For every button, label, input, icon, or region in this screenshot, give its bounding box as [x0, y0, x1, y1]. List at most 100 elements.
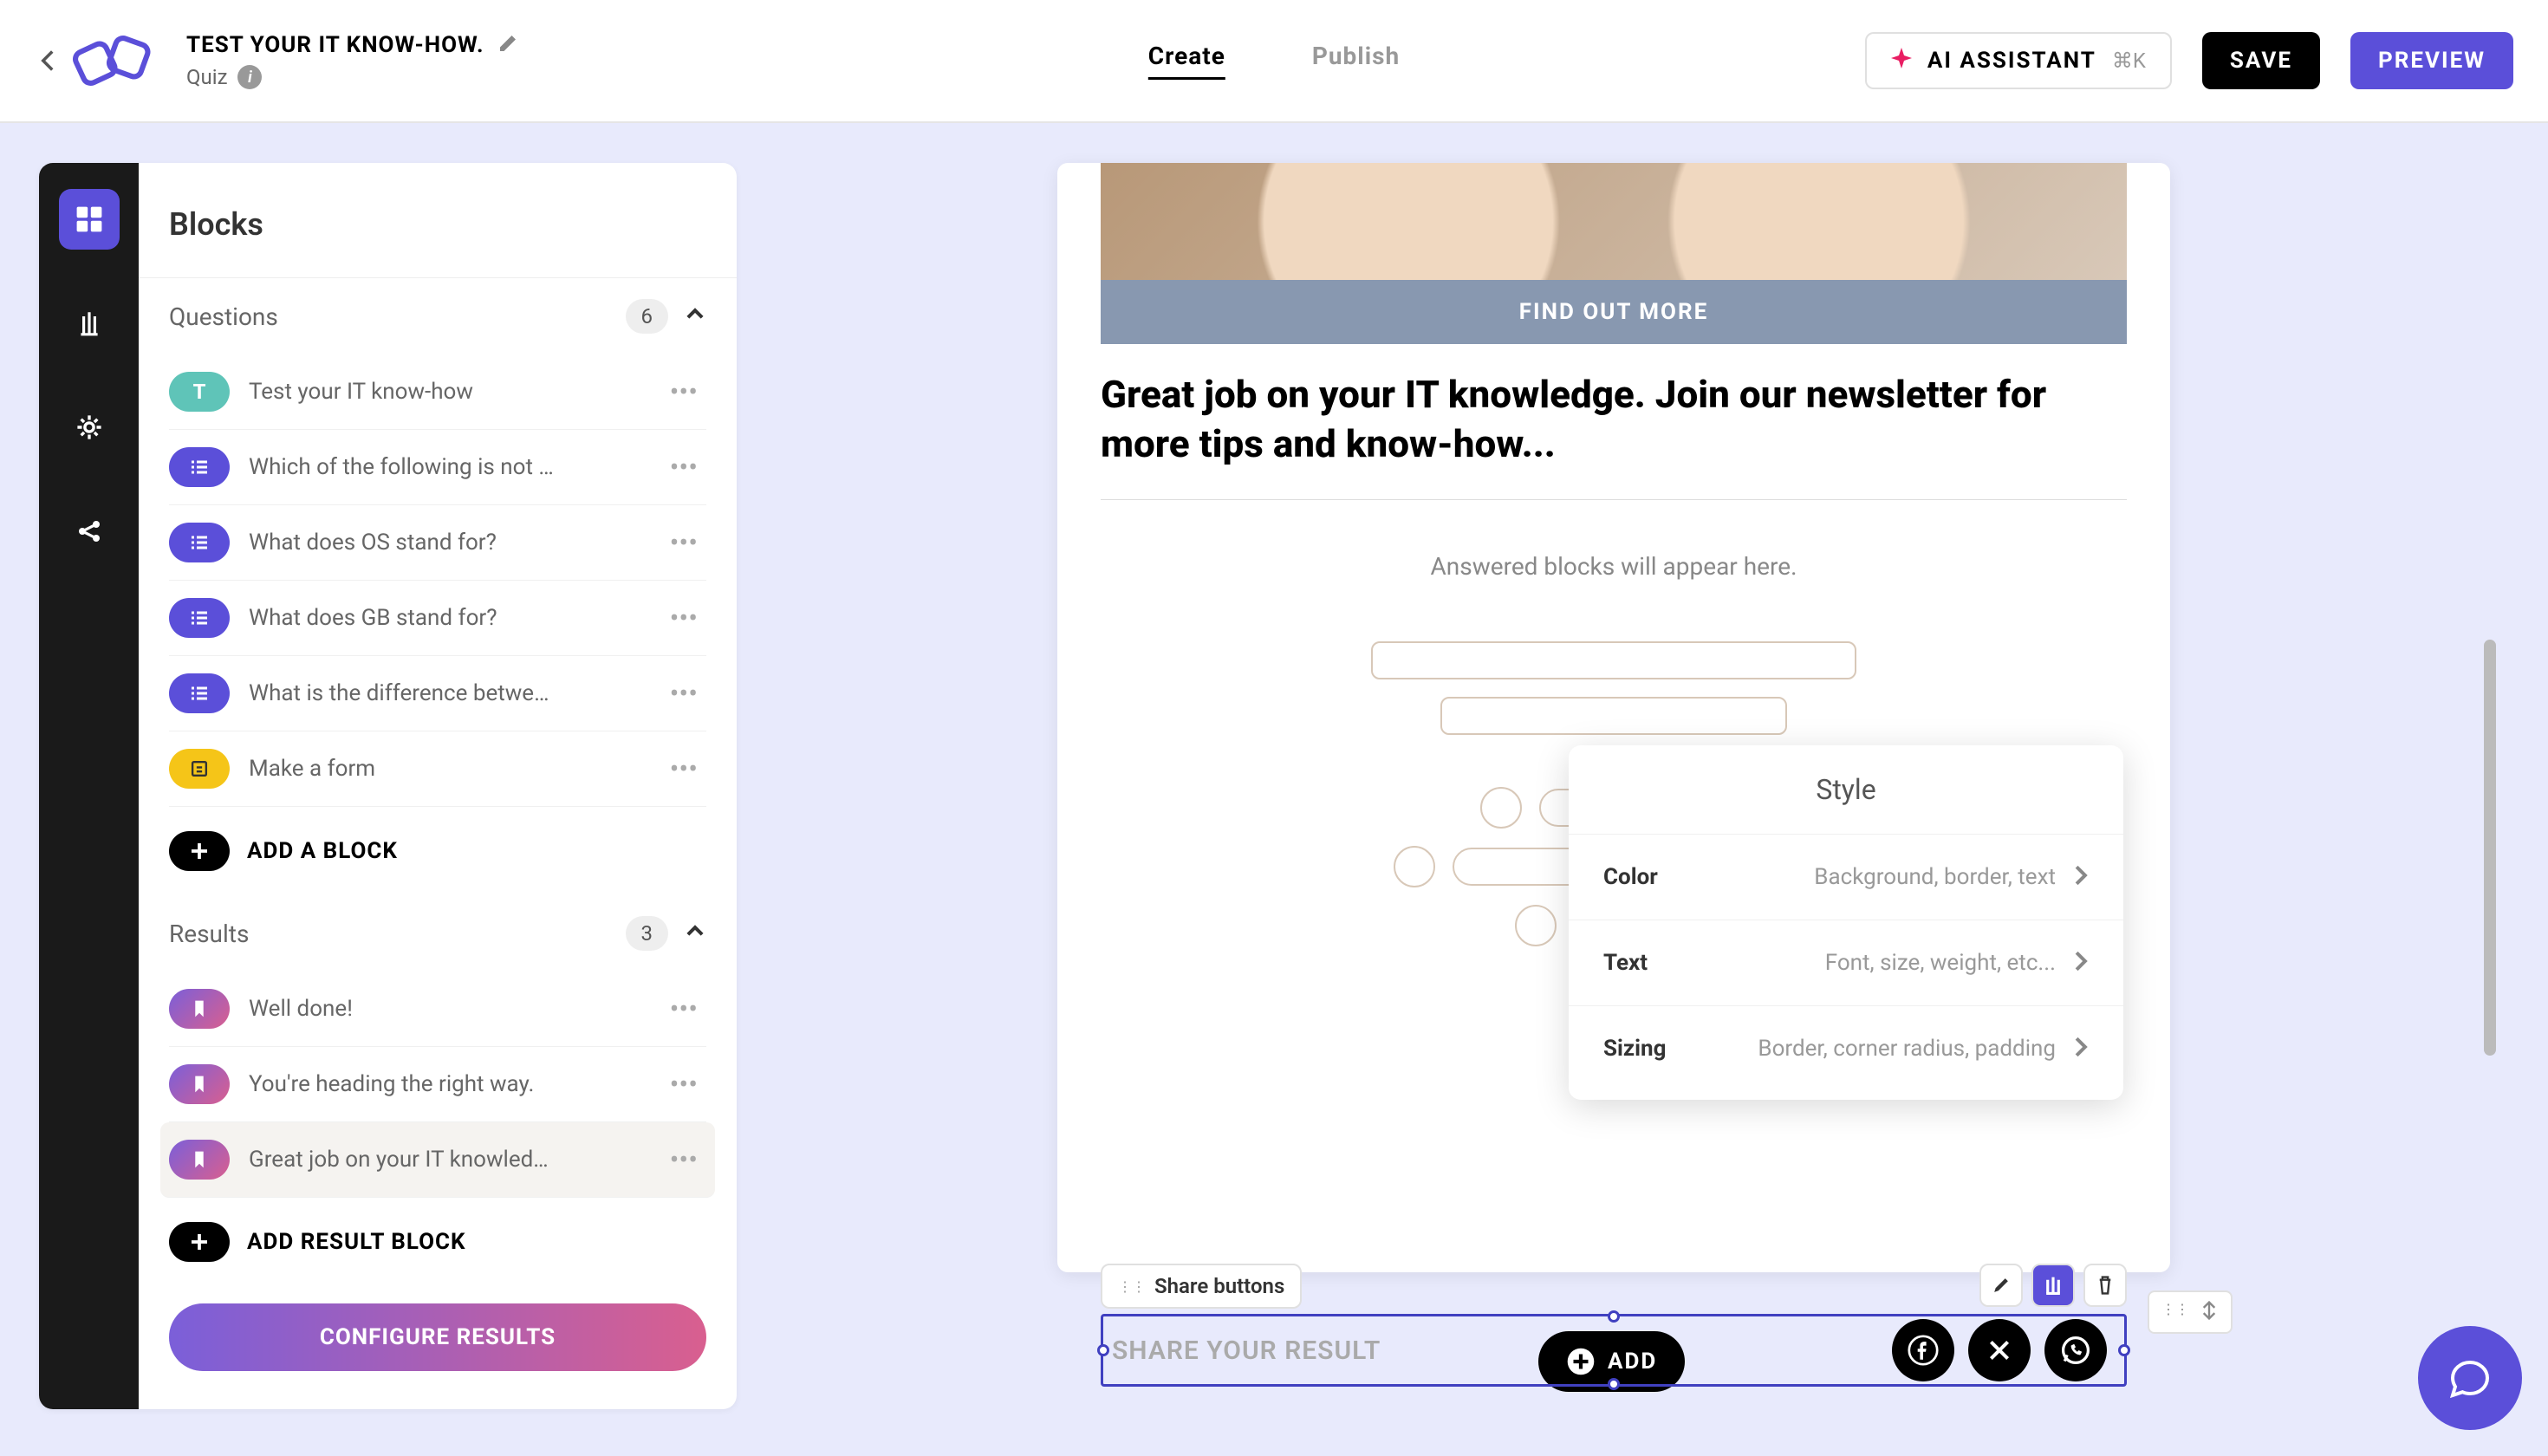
form-icon	[169, 749, 230, 789]
more-icon[interactable]: •••	[661, 752, 706, 785]
bookmark-icon	[169, 1140, 230, 1180]
style-button[interactable]	[2031, 1264, 2075, 1307]
drag-icon[interactable]: ⋮⋮	[2161, 1301, 2189, 1323]
question-item[interactable]: Which of the following is not … •••	[169, 430, 706, 505]
more-icon[interactable]: •••	[661, 992, 706, 1025]
question-label: What does GB stand for?	[249, 605, 661, 631]
style-popup-title: Style	[1569, 745, 2123, 834]
find-more-button[interactable]: FIND OUT MORE	[1101, 280, 2127, 344]
resize-handle[interactable]	[1608, 1378, 1620, 1390]
result-headline[interactable]: Great job on your IT knowledge. Join our…	[1101, 370, 2127, 469]
resize-icon[interactable]	[2200, 1301, 2219, 1323]
panel-title: Blocks	[139, 163, 737, 278]
element-label[interactable]: ⋮⋮ Share buttons	[1101, 1264, 1302, 1309]
list-icon	[169, 447, 230, 487]
chevron-down-icon[interactable]	[684, 303, 706, 329]
whatsapp-icon[interactable]	[2044, 1319, 2107, 1381]
list-icon	[169, 598, 230, 638]
save-button[interactable]: SAVE	[2202, 32, 2320, 89]
style-row-text[interactable]: Text Font, size, weight, etc...	[1569, 920, 2123, 1005]
skeleton	[1440, 697, 1787, 735]
share-text[interactable]: SHARE YOUR RESULT	[1112, 1336, 1381, 1366]
resize-handle[interactable]	[2118, 1344, 2130, 1356]
question-item[interactable]: What is the difference betwe… •••	[169, 656, 706, 731]
style-popup: Style Color Background, border, text Tex…	[1569, 745, 2123, 1100]
placeholder-text: Answered blocks will appear here.	[1431, 552, 1797, 581]
more-icon[interactable]: •••	[661, 1143, 706, 1176]
chevron-right-icon	[2073, 864, 2089, 890]
edit-button[interactable]	[1979, 1264, 2023, 1307]
bookmark-icon	[169, 989, 230, 1029]
plus-icon	[169, 831, 230, 871]
more-icon[interactable]: •••	[661, 451, 706, 484]
text-icon: T	[169, 372, 230, 412]
preview-button[interactable]: PREVIEW	[2350, 32, 2513, 89]
chevron-down-icon[interactable]	[684, 920, 706, 946]
sparkle-icon	[1891, 48, 1912, 74]
scrollbar[interactable]	[2484, 163, 2496, 1409]
tab-create[interactable]: Create	[1148, 42, 1225, 80]
question-label: Make a form	[249, 756, 661, 782]
add-question-button[interactable]: ADD A BLOCK	[139, 807, 737, 895]
list-icon	[169, 673, 230, 713]
section-results: Results	[169, 920, 249, 948]
x-twitter-icon[interactable]	[1968, 1319, 2031, 1381]
share-buttons-element[interactable]: SHARE YOUR RESULT	[1101, 1314, 2127, 1387]
question-item[interactable]: T Test your IT know-how •••	[169, 354, 706, 430]
resize-handle[interactable]	[1608, 1310, 1620, 1323]
tab-publish[interactable]: Publish	[1312, 42, 1400, 80]
results-count: 3	[626, 916, 669, 951]
result-item[interactable]: Well done! •••	[169, 972, 706, 1047]
question-item[interactable]: Make a form •••	[169, 731, 706, 807]
skeleton	[1480, 787, 1522, 829]
configure-results-button[interactable]: CONFIGURE RESULTS	[169, 1303, 706, 1371]
page-subtitle: Quiz	[186, 65, 227, 89]
section-questions: Questions	[169, 302, 278, 331]
back-button[interactable]	[35, 48, 61, 74]
question-label: Test your IT know-how	[249, 379, 661, 405]
list-icon	[169, 523, 230, 562]
grid-handles[interactable]: ⋮⋮	[2148, 1290, 2233, 1334]
resize-handle[interactable]	[1097, 1344, 1109, 1356]
rail-settings[interactable]	[59, 397, 120, 458]
delete-button[interactable]	[2083, 1264, 2127, 1307]
facebook-icon[interactable]	[1892, 1319, 1954, 1381]
ai-assistant-button[interactable]: AI ASSISTANT ⌘K	[1865, 32, 2172, 89]
result-item[interactable]: You're heading the right way. •••	[169, 1047, 706, 1122]
more-icon[interactable]: •••	[661, 375, 706, 408]
question-label: What does OS stand for?	[249, 530, 661, 556]
skeleton	[1515, 905, 1557, 946]
scrollbar-thumb[interactable]	[2484, 640, 2496, 1056]
result-label: You're heading the right way.	[249, 1071, 661, 1097]
question-item[interactable]: What does OS stand for? •••	[169, 505, 706, 581]
rail-theme[interactable]	[59, 293, 120, 354]
question-label: What is the difference betwe…	[249, 680, 661, 706]
result-label: Well done!	[249, 996, 661, 1022]
plus-icon	[169, 1222, 230, 1262]
page-title: TEST YOUR IT KNOW-HOW.	[186, 32, 484, 58]
banner-image[interactable]	[1101, 163, 2127, 280]
more-icon[interactable]: •••	[661, 601, 706, 634]
info-icon[interactable]: i	[237, 65, 262, 89]
skeleton	[1371, 641, 1856, 679]
style-row-color[interactable]: Color Background, border, text	[1569, 834, 2123, 920]
question-label: Which of the following is not …	[249, 454, 661, 480]
chat-bubble-button[interactable]	[2418, 1326, 2522, 1430]
more-icon[interactable]: •••	[661, 1068, 706, 1101]
edit-title-icon[interactable]	[497, 33, 518, 57]
questions-count: 6	[626, 299, 669, 334]
drag-icon[interactable]: ⋮⋮	[1118, 1278, 1146, 1295]
rail-blocks[interactable]	[59, 189, 120, 250]
divider	[1101, 499, 2127, 500]
app-logo[interactable]	[69, 29, 160, 93]
more-icon[interactable]: •••	[661, 677, 706, 710]
add-result-button[interactable]: ADD RESULT BLOCK	[139, 1198, 737, 1286]
question-item[interactable]: What does GB stand for? •••	[169, 581, 706, 656]
chevron-right-icon	[2073, 950, 2089, 976]
result-item[interactable]: Great job on your IT knowled… •••	[160, 1122, 715, 1198]
chevron-right-icon	[2073, 1036, 2089, 1062]
style-row-sizing[interactable]: Sizing Border, corner radius, padding	[1569, 1005, 2123, 1091]
rail-share[interactable]	[59, 501, 120, 562]
result-label: Great job on your IT knowled…	[249, 1147, 661, 1173]
more-icon[interactable]: •••	[661, 526, 706, 559]
